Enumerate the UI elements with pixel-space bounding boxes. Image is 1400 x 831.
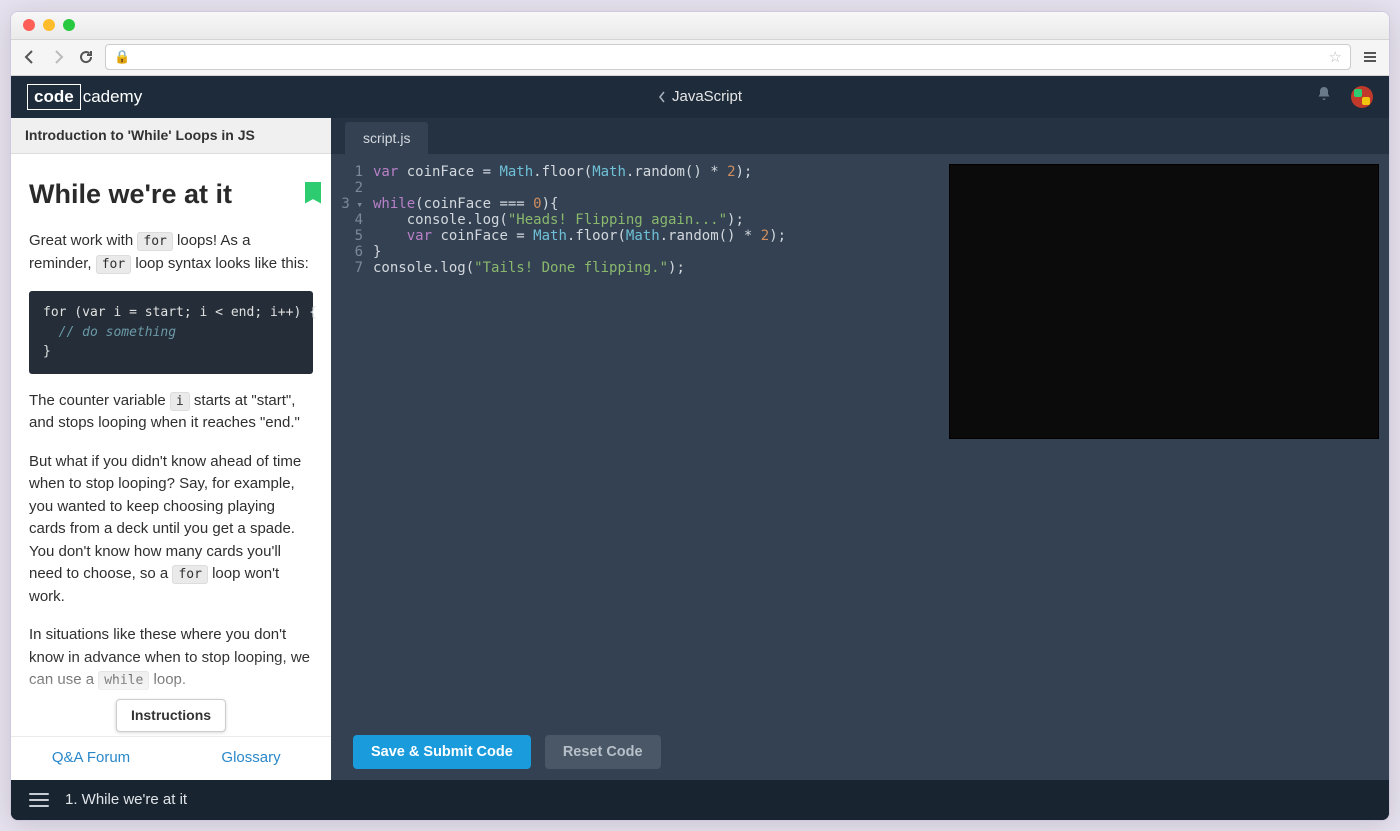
logo-text: cademy — [83, 87, 143, 107]
line-number: 4 — [331, 212, 373, 228]
inline-code-for2: for — [96, 255, 131, 274]
inline-code-i: i — [170, 392, 190, 411]
close-icon[interactable] — [23, 19, 35, 31]
browser-toolbar: 🔒 ☆ — [11, 40, 1389, 76]
line-number: 5 — [331, 228, 373, 244]
line-number: 7 — [331, 260, 373, 276]
back-icon[interactable] — [21, 48, 39, 66]
url-bar[interactable]: 🔒 ☆ — [105, 44, 1351, 70]
logo[interactable]: code cademy — [27, 84, 142, 110]
inline-code-for3: for — [172, 565, 207, 584]
forward-icon[interactable] — [49, 48, 67, 66]
code-content[interactable]: console.log("Heads! Flipping again..."); — [373, 212, 744, 228]
app-header: code cademy JavaScript — [11, 76, 1389, 118]
titlebar — [11, 12, 1389, 40]
reset-code-button[interactable]: Reset Code — [545, 735, 661, 769]
paragraph-2: The counter variable i starts at "start"… — [29, 390, 313, 435]
bookmark-star-icon[interactable]: ☆ — [1329, 48, 1342, 66]
chevron-left-icon — [658, 91, 666, 103]
file-tab[interactable]: script.js — [345, 122, 428, 154]
instruction-panel: Introduction to 'While' Loops in JS Whil… — [11, 118, 331, 780]
glossary-link[interactable]: Glossary — [171, 737, 331, 780]
editor-area: 1var coinFace = Math.floor(Math.random()… — [331, 154, 1389, 724]
inline-code-for1: for — [137, 232, 172, 251]
code-content[interactable]: } — [373, 244, 381, 260]
bookmark-flag-icon[interactable] — [305, 182, 321, 204]
qa-forum-link[interactable]: Q&A Forum — [11, 737, 171, 780]
logo-box: code — [27, 84, 81, 110]
paragraph-1: Great work with for loops! As a reminder… — [29, 230, 313, 275]
output-console[interactable] — [949, 164, 1379, 439]
line-number: 6 — [331, 244, 373, 260]
course-title: JavaScript — [672, 88, 742, 105]
browser-menu-icon[interactable] — [1361, 48, 1379, 66]
line-number: 3 ▾ — [331, 196, 373, 212]
line-number: 2 — [331, 180, 373, 196]
app-root: code cademy JavaScript Introduction to '… — [11, 76, 1389, 820]
instructions-pill[interactable]: Instructions — [116, 699, 226, 732]
example-codeblock: for (var i = start; i < end; i++) { // d… — [29, 291, 313, 374]
inline-code-while: while — [98, 671, 149, 690]
editor-tabs: script.js — [331, 118, 1389, 154]
code-content[interactable]: var coinFace = Math.floor(Math.random() … — [373, 164, 752, 180]
reload-icon[interactable] — [77, 48, 95, 66]
editor-footer: Save & Submit Code Reset Code — [331, 724, 1389, 780]
bottom-nav: 1. While we're at it — [11, 780, 1389, 820]
avatar[interactable] — [1351, 86, 1373, 108]
code-content[interactable]: var coinFace = Math.floor(Math.random() … — [373, 228, 786, 244]
bottom-lesson-label: 1. While we're at it — [65, 791, 187, 808]
lesson-menu-icon[interactable] — [29, 793, 49, 807]
browser-window: 🔒 ☆ code cademy JavaScript — [10, 11, 1390, 821]
instruction-content: While we're at it Great work with for lo… — [11, 154, 331, 780]
course-back-link[interactable]: JavaScript — [658, 88, 742, 105]
minimize-icon[interactable] — [43, 19, 55, 31]
paragraph-4: In situations like these where you don't… — [29, 624, 313, 692]
editor-panel: script.js 1var coinFace = Math.floor(Mat… — [331, 118, 1389, 780]
instruction-footer: Q&A Forum Glossary — [11, 736, 331, 780]
notifications-icon[interactable] — [1315, 85, 1333, 108]
section-title: Introduction to 'While' Loops in JS — [11, 118, 331, 154]
line-number: 1 — [331, 164, 373, 180]
maximize-icon[interactable] — [63, 19, 75, 31]
lock-icon: 🔒 — [114, 49, 130, 65]
code-content[interactable]: console.log("Tails! Done flipping."); — [373, 260, 685, 276]
save-submit-button[interactable]: Save & Submit Code — [353, 735, 531, 769]
code-content[interactable]: while(coinFace === 0){ — [373, 196, 558, 212]
paragraph-3: But what if you didn't know ahead of tim… — [29, 451, 313, 609]
lesson-heading: While we're at it — [29, 174, 313, 215]
